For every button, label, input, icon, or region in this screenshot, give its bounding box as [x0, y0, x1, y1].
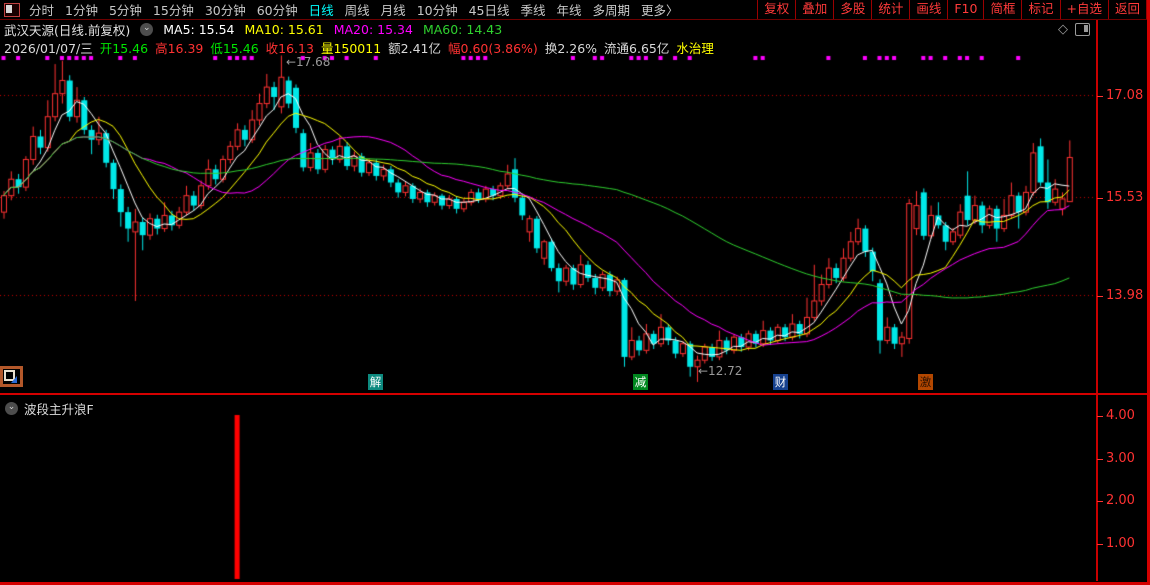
- stock-title: 武汉天源(日线.前复权): [4, 20, 130, 39]
- candlestick-canvas[interactable]: [0, 54, 1096, 395]
- tab-10min[interactable]: 10分钟: [417, 0, 458, 19]
- toolbar-buttons: 复权 叠加 多股 统计 画线 F10 简框 标记 +自选 返回: [757, 0, 1147, 19]
- tab-1min[interactable]: 1分钟: [65, 0, 98, 19]
- tab-season[interactable]: 季线: [521, 0, 546, 19]
- price-axis-label: 17.08: [1106, 88, 1143, 103]
- document-marker-icon[interactable]: [0, 366, 23, 387]
- tdx-app: 分时 1分钟 5分钟 15分钟 30分钟 60分钟 日线 周线 月线 10分钟 …: [0, 0, 1150, 585]
- tab-60min[interactable]: 60分钟: [257, 0, 298, 19]
- simpleframe-button[interactable]: 简框: [984, 0, 1022, 19]
- tab-45day[interactable]: 45日线: [469, 0, 510, 19]
- tab-more[interactable]: 更多〉: [641, 0, 679, 19]
- period-toolbar: 分时 1分钟 5分钟 15分钟 30分钟 60分钟 日线 周线 月线 10分钟 …: [0, 0, 1147, 20]
- tab-weekly[interactable]: 周线: [345, 0, 370, 19]
- indicator-label-row: ⌄ 波段主升浪F: [5, 399, 94, 418]
- high-price-annotation: ←17.68: [286, 55, 330, 69]
- layout-toggle-icon[interactable]: [4, 3, 20, 17]
- event-marker-jie[interactable]: 解: [368, 374, 383, 390]
- collapse-chevron-icon[interactable]: ⌄: [140, 23, 153, 36]
- ma20-value: MA20: 15.34: [334, 22, 413, 37]
- ma60-value: MA60: 14.43: [423, 22, 502, 37]
- drawline-button[interactable]: 画线: [910, 0, 948, 19]
- tab-30min[interactable]: 30分钟: [205, 0, 246, 19]
- overlay-button[interactable]: 叠加: [796, 0, 834, 19]
- indicator-name: 波段主升浪F: [24, 399, 94, 418]
- tab-15min[interactable]: 15分钟: [153, 0, 194, 19]
- low-price-annotation: ←12.72: [698, 364, 742, 378]
- tab-5min[interactable]: 5分钟: [109, 0, 142, 19]
- price-axis-label: 13.98: [1106, 288, 1143, 303]
- main-chart: ←17.68 ←12.72 解 减 财 激: [0, 54, 1096, 395]
- panel-divider[interactable]: [0, 393, 1147, 395]
- tab-daily[interactable]: 日线: [309, 0, 334, 19]
- fuquan-button[interactable]: 复权: [758, 0, 796, 19]
- indicator-chevron-icon[interactable]: ⌄: [5, 402, 18, 415]
- tab-monthly[interactable]: 月线: [381, 0, 406, 19]
- indicator-canvas[interactable]: [0, 396, 1096, 581]
- stats-button[interactable]: 统计: [872, 0, 910, 19]
- event-marker-cai[interactable]: 财: [773, 374, 788, 390]
- mark-button[interactable]: 标记: [1022, 0, 1060, 19]
- event-marker-jian[interactable]: 减: [633, 374, 648, 390]
- price-axis-separator: [1096, 20, 1098, 581]
- split-panel-icon[interactable]: [1075, 23, 1090, 36]
- ma10-value: MA10: 15.61: [245, 22, 324, 37]
- f10-button[interactable]: F10: [948, 0, 984, 19]
- event-marker-ji[interactable]: 激: [918, 374, 933, 390]
- ma5-value: MA5: 15.54: [163, 22, 234, 37]
- title-row: 武汉天源(日线.前复权) ⌄ MA5: 15.54 MA10: 15.61 MA…: [4, 21, 502, 37]
- indicator-axis-label: 3.00: [1106, 451, 1135, 466]
- back-button[interactable]: 返回: [1109, 0, 1147, 19]
- indicator-axis-label: 4.00: [1106, 408, 1135, 423]
- tab-multi-period[interactable]: 多周期: [593, 0, 631, 19]
- period-tabs: 分时 1分钟 5分钟 15分钟 30分钟 60分钟 日线 周线 月线 10分钟 …: [29, 0, 679, 19]
- price-axis-label: 15.53: [1106, 190, 1143, 205]
- indicator-axis-label: 1.00: [1106, 536, 1135, 551]
- diamond-icon[interactable]: ◇: [1058, 23, 1068, 36]
- multistock-button[interactable]: 多股: [834, 0, 872, 19]
- tab-yearly[interactable]: 年线: [557, 0, 582, 19]
- add-favorite-button[interactable]: +自选: [1061, 0, 1109, 19]
- indicator-axis-label: 2.00: [1106, 493, 1135, 508]
- indicator-panel: ⌄ 波段主升浪F: [0, 396, 1096, 581]
- tab-fenshi[interactable]: 分时: [29, 0, 54, 19]
- chart-corner-tools: ◇: [1058, 23, 1090, 36]
